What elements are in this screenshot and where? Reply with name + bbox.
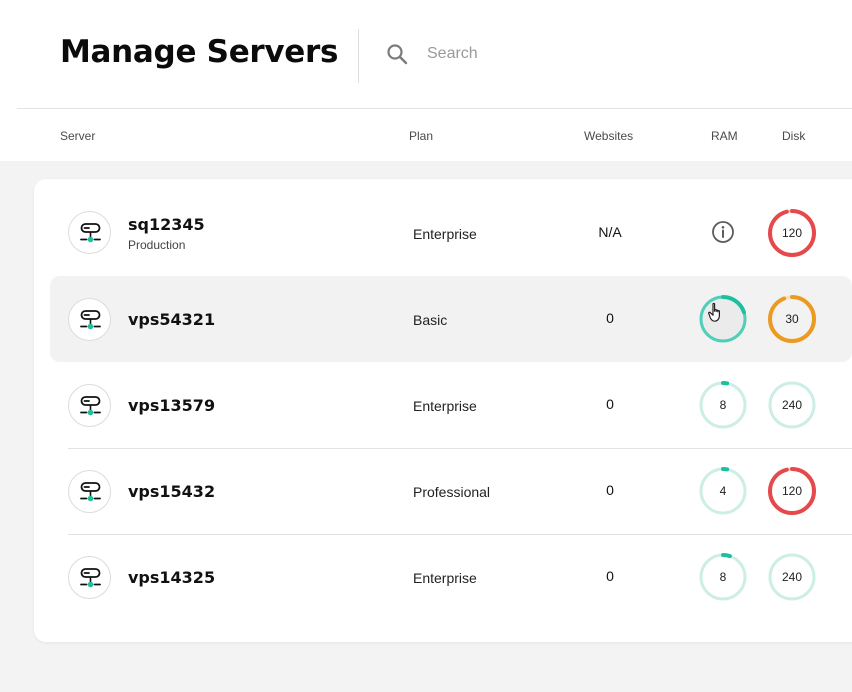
disk-gauge[interactable]: 120	[766, 465, 818, 517]
info-icon[interactable]	[711, 220, 735, 244]
server-icon	[68, 556, 111, 599]
server-name[interactable]: sq12345	[128, 215, 205, 234]
ram-gauge[interactable]: 8	[697, 551, 749, 603]
server-icon	[80, 310, 101, 330]
server-name[interactable]: vps14325	[128, 568, 215, 587]
disk-value: 120	[781, 484, 803, 498]
server-websites: 0	[606, 482, 614, 498]
server-icon	[80, 568, 101, 588]
column-header-disk[interactable]: Disk	[782, 129, 805, 143]
disk-value: 240	[781, 398, 803, 412]
server-plan: Professional	[413, 484, 491, 500]
disk-gauge[interactable]: 30	[766, 293, 818, 345]
ram-gauge[interactable]	[697, 293, 749, 345]
column-header-websites[interactable]: Websites	[584, 129, 633, 143]
server-plan: Enterprise	[413, 226, 477, 242]
server-row[interactable]: sq12345 Production Enterprise N/A 120	[50, 190, 852, 276]
page-title: Manage Servers	[60, 34, 339, 70]
search-input[interactable]	[427, 45, 667, 63]
disk-gauge[interactable]: 240	[766, 551, 818, 603]
server-icon	[68, 298, 111, 341]
server-icon	[68, 384, 111, 427]
page-header: Manage Servers Server Plan Websites RAM …	[0, 0, 852, 161]
server-plan: Enterprise	[413, 398, 477, 414]
column-header-ram[interactable]: RAM	[711, 129, 738, 143]
server-websites: 0	[606, 396, 614, 412]
server-icon	[80, 396, 101, 416]
ram-value: 8	[719, 570, 727, 584]
disk-value: 240	[781, 570, 803, 584]
server-websites: 0	[606, 310, 614, 326]
server-row[interactable]: vps54321 Basic 0 30	[50, 276, 852, 362]
ram-gauge[interactable]: 4	[697, 465, 749, 517]
server-websites: 0	[606, 568, 614, 584]
server-row[interactable]: vps13579 Enterprise 0 8 240	[50, 362, 852, 448]
server-environment: Production	[128, 238, 186, 252]
server-icon	[80, 223, 101, 243]
server-name[interactable]: vps54321	[128, 310, 215, 329]
ram-value: 8	[719, 398, 727, 412]
column-header-plan[interactable]: Plan	[409, 129, 433, 143]
header-divider	[358, 29, 359, 83]
server-plan: Basic	[413, 312, 448, 328]
server-row[interactable]: vps15432 Professional 0 4 120	[50, 448, 852, 534]
server-websites: N/A	[598, 224, 622, 240]
column-header-server[interactable]: Server	[60, 129, 95, 143]
server-icon	[68, 470, 111, 513]
disk-gauge[interactable]: 240	[766, 379, 818, 431]
server-plan: Enterprise	[413, 570, 477, 586]
server-row[interactable]: vps14325 Enterprise 0 8 240	[50, 534, 852, 620]
disk-gauge[interactable]: 120	[766, 207, 818, 259]
header-divider-line	[17, 108, 852, 109]
server-icon	[80, 482, 101, 502]
ram-value: 4	[719, 484, 727, 498]
search-bar[interactable]	[385, 38, 685, 70]
ram-gauge[interactable]: 8	[697, 379, 749, 431]
server-icon	[68, 211, 111, 254]
hand-pointer-icon	[708, 302, 720, 322]
disk-value: 120	[781, 226, 803, 240]
disk-value: 30	[785, 312, 799, 326]
server-name[interactable]: vps15432	[128, 482, 215, 501]
search-icon[interactable]	[385, 42, 409, 66]
server-name[interactable]: vps13579	[128, 396, 215, 415]
